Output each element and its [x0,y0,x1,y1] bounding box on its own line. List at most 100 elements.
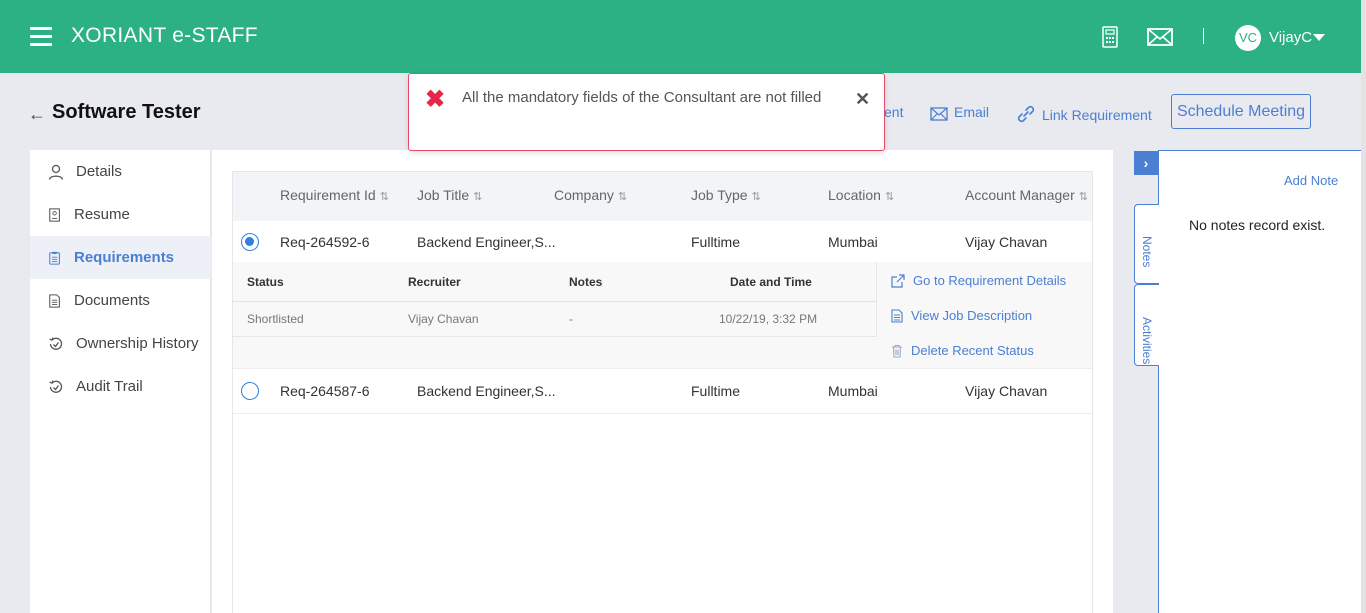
row-select-radio[interactable] [241,233,259,251]
sort-icon: ⇅ [884,191,895,203]
toast-message: All the mandatory fields of the Consulta… [462,89,822,106]
sidebar-item-resume[interactable]: Resume [30,193,211,236]
document-icon [891,309,903,323]
avatar[interactable]: VC [1235,25,1261,51]
cell-job-title: Backend Engineer,S... [417,234,556,250]
chevron-right-icon[interactable]: › [1134,151,1158,175]
action-label: Delete Recent Status [911,343,1034,358]
resume-icon [49,207,60,222]
email-action[interactable]: Email [930,104,989,121]
sort-icon: ⇅ [1078,191,1088,203]
go-to-requirement-details-link[interactable]: Go to Requirement Details [891,273,1066,288]
recruiter-header: Recruiter [408,275,461,289]
top-app-bar: XORIANT e-STAFF VC VijayC [0,0,1366,73]
action-label: Go to Requirement Details [913,273,1067,288]
hamburger-menu-icon[interactable] [30,27,52,47]
link-requirement-action[interactable]: Link Requirement [1016,104,1152,124]
page-title: Software Tester [52,101,201,123]
action-label: View Job Description [911,308,1033,323]
sort-icon: ⇅ [617,191,628,203]
recruiter-value: Vijay Chavan [408,312,479,326]
requirements-table: Requirement Id ⇅ Job Title ⇅ Company ⇅ Job … [232,171,1093,613]
tab-label: Notes [1140,236,1154,268]
header-divider [1203,28,1204,44]
sort-icon: ⇅ [751,191,761,203]
requirement-status-detail: Status Recruiter Notes Date and Time Sho… [233,262,1092,369]
cell-job-type: Fulltime [691,234,741,250]
partial-action-link[interactable]: ent [884,104,903,120]
error-toast: ✖ All the mandatory fields of the Consul… [408,73,885,151]
date-time-header: Date and Time [730,275,812,289]
cell-location: Mumbai [828,383,878,399]
cell-location: Mumbai [828,234,878,250]
tab-label: Activities [1140,317,1154,365]
sidebar-item-documents[interactable]: Documents [30,279,211,322]
link-icon [1017,105,1035,123]
column-header-location[interactable]: Location ⇅ [828,187,894,203]
clipboard-icon [49,251,60,265]
email-action-label: Email [954,104,990,120]
sidebar-item-requirements[interactable]: Requirements [30,236,211,279]
column-header-job-title[interactable]: Job Title ⇅ [417,187,482,203]
sidebar-item-label: Resume [74,206,130,223]
partial-action-label: ent [884,104,904,120]
schedule-meeting-button[interactable]: Schedule Meeting [1171,94,1311,129]
back-arrow-icon[interactable]: ← [28,104,46,125]
sidebar-item-label: Ownership History [76,335,199,352]
sidebar-item-label: Documents [74,292,150,309]
table-header: Requirement Id ⇅ Job Title ⇅ Company ⇅ Job … [233,172,1092,221]
document-icon [49,293,60,308]
sidebar: Details Resume Requirements Documents Ow… [30,150,211,613]
sort-icon: ⇅ [379,191,389,203]
add-note-link[interactable]: Add Note [1284,173,1338,188]
person-icon [48,164,64,180]
envelope-icon [930,107,948,121]
cell-account-manager: Vijay Chavan [965,383,1048,399]
sidebar-item-details[interactable]: Details [30,150,211,193]
table-row[interactable]: Req-264587-6 Backend Engineer,S... Fullt… [233,370,1092,414]
page-scrollbar[interactable] [1361,0,1366,613]
column-header-requirement-id[interactable]: Requirement Id ⇅ [280,187,389,203]
sidebar-item-label: Requirements [74,249,175,266]
link-requirement-label: Link Requirement [1042,107,1152,123]
sidebar-item-audit-trail[interactable]: Audit Trail [30,365,211,408]
username[interactable]: VijayC [1269,29,1312,46]
external-link-icon [891,274,905,288]
main-content: Requirement Id ⇅ Job Title ⇅ Company ⇅ Job … [212,150,1113,613]
cell-job-title: Backend Engineer,S... [417,383,556,399]
status-value: Shortlisted [247,312,304,326]
notes-header: Notes [569,275,603,289]
cell-req-id: Req-264592-6 [280,234,370,250]
history-icon [49,336,63,350]
calculator-icon[interactable] [1102,26,1118,48]
divider [233,301,877,302]
tab-notes[interactable]: Notes [1134,204,1159,284]
notes-value: - [569,312,573,326]
sidebar-item-label: Details [76,163,122,180]
history-icon [49,379,63,393]
close-icon[interactable]: ✕ [855,89,870,110]
app-title: XORIANT e-STAFF [71,24,258,47]
status-grid: Status Recruiter Notes Date and Time Sho… [233,262,877,337]
view-job-description-link[interactable]: View Job Description [891,308,1032,323]
sidebar-item-label: Audit Trail [76,378,143,395]
column-header-job-type[interactable]: Job Type ⇅ [691,187,761,203]
column-header-company[interactable]: Company ⇅ [554,187,627,203]
cell-req-id: Req-264587-6 [280,383,370,399]
chevron-down-icon[interactable] [1313,34,1325,41]
row-select-radio[interactable] [241,382,259,400]
sidebar-item-ownership-history[interactable]: Ownership History [30,322,211,365]
trash-icon [892,344,902,358]
cell-account-manager: Vijay Chavan [965,234,1048,250]
cell-job-type: Fulltime [691,383,741,399]
delete-recent-status-link[interactable]: Delete Recent Status [891,343,1034,358]
empty-notes-text: No notes record exist. [1189,217,1326,233]
table-row[interactable]: Req-264592-6 Backend Engineer,S... Fullt… [233,221,1092,265]
sort-icon: ⇅ [473,191,483,203]
error-icon: ✖ [425,86,446,113]
column-header-account-manager[interactable]: Account Manager ⇅ [965,187,1088,203]
mail-icon[interactable] [1147,26,1173,48]
status-header: Status [247,275,284,289]
date-time-value: 10/22/19, 3:32 PM [719,312,818,326]
tab-activities[interactable]: Activities [1134,284,1159,366]
